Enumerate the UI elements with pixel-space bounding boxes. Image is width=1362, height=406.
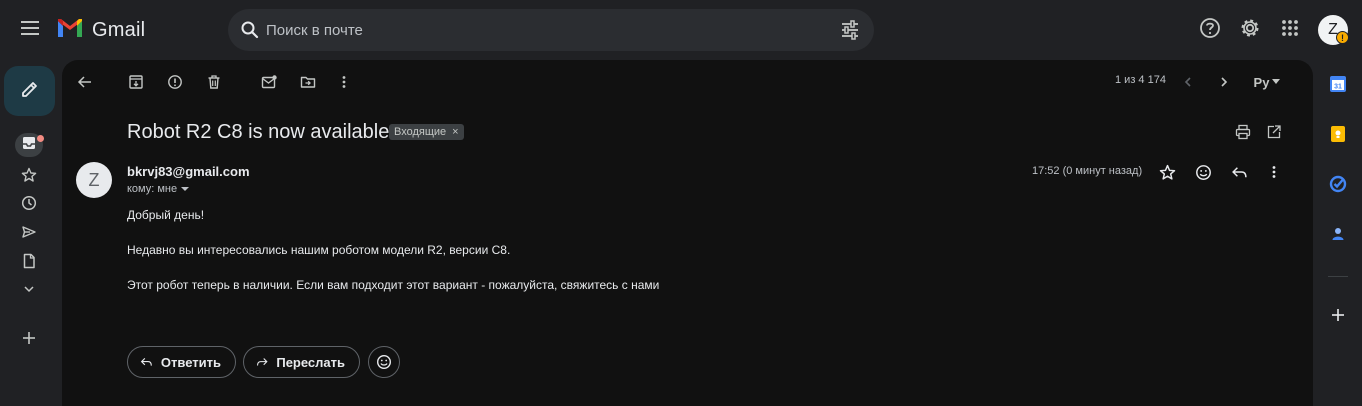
gmail-logo[interactable]: Gmail xyxy=(56,17,145,44)
email-body-line: Этот робот теперь в наличии. Если вам по… xyxy=(127,278,660,292)
inbox-label-chip: Входящие × xyxy=(389,124,464,140)
compose-button[interactable] xyxy=(4,66,55,116)
main-menu-button[interactable] xyxy=(14,14,46,46)
report-spam-icon[interactable] xyxy=(164,71,186,93)
more-chevron-down-icon[interactable] xyxy=(19,279,39,299)
help-icon[interactable] xyxy=(1199,17,1221,39)
mark-unread-icon[interactable] xyxy=(258,71,280,93)
recipient-text: кому: мне xyxy=(127,183,178,195)
star-icon[interactable] xyxy=(19,165,39,185)
move-to-folder-icon[interactable] xyxy=(297,71,319,93)
print-icon[interactable] xyxy=(1232,121,1254,143)
star-outline-icon[interactable] xyxy=(1156,161,1178,183)
apps-grid-icon[interactable] xyxy=(1279,17,1301,39)
inbox-icon xyxy=(22,136,36,155)
search-icon[interactable] xyxy=(240,20,260,45)
label-text: Входящие xyxy=(394,126,447,138)
gmail-m-icon xyxy=(56,17,84,44)
forward-arrow-icon xyxy=(257,358,268,366)
menu-icon xyxy=(21,20,39,40)
app-name: Gmail xyxy=(92,19,146,41)
email-body-line: Добрый день! xyxy=(127,208,205,222)
forward-button[interactable]: Переслать xyxy=(243,346,360,378)
pagination-counter: 1 из 4 174 xyxy=(1115,74,1166,86)
message-view: 1 из 4 174 Ру Robot R2 C8 is now availab… xyxy=(62,60,1313,406)
prev-chevron-left-icon[interactable] xyxy=(1177,71,1199,93)
next-chevron-right-icon[interactable] xyxy=(1213,71,1235,93)
reply-button[interactable]: Ответить xyxy=(127,346,236,378)
recipient-details-toggle[interactable]: кому: мне xyxy=(127,183,190,195)
forward-label: Переслать xyxy=(276,354,345,370)
settings-gear-icon[interactable] xyxy=(1239,17,1261,39)
back-arrow-icon[interactable] xyxy=(74,71,96,93)
reply-label: Ответить xyxy=(160,354,221,370)
more-options-vertical-icon[interactable] xyxy=(333,71,355,93)
email-subject: Robot R2 C8 is now available xyxy=(127,121,390,143)
inbox-unread-dot xyxy=(37,135,44,142)
calendar-icon[interactable]: 31 xyxy=(1328,74,1348,94)
caret-down-icon xyxy=(181,187,190,191)
reply-arrow-icon xyxy=(140,357,152,366)
send-icon[interactable] xyxy=(19,222,39,242)
svg-text:31: 31 xyxy=(1334,84,1342,91)
remove-label-button[interactable]: × xyxy=(452,126,458,138)
clock-icon[interactable] xyxy=(19,193,39,213)
side-panel-divider xyxy=(1328,276,1348,277)
input-language-selector[interactable]: Ру xyxy=(1249,71,1285,93)
contacts-icon[interactable] xyxy=(1328,224,1348,244)
add-label-plus-icon[interactable] xyxy=(19,328,39,348)
reply-arrow-icon[interactable] xyxy=(1228,161,1250,183)
get-addons-plus-icon[interactable] xyxy=(1328,305,1348,325)
smiley-icon xyxy=(376,354,392,370)
sender-avatar[interactable]: Z xyxy=(76,162,112,198)
emoji-react-icon[interactable] xyxy=(1192,161,1214,183)
account-alert-badge: ! xyxy=(1336,31,1349,44)
language-label: Ру xyxy=(1253,74,1270,90)
archive-icon[interactable] xyxy=(125,71,147,93)
search-bar xyxy=(228,9,874,51)
tasks-icon[interactable] xyxy=(1328,174,1348,194)
message-more-vertical-icon[interactable] xyxy=(1263,161,1285,183)
received-time: 17:52 (0 минут назад) xyxy=(1032,165,1143,177)
emoji-reaction-button[interactable] xyxy=(368,346,400,378)
delete-trash-icon[interactable] xyxy=(203,71,225,93)
search-input[interactable] xyxy=(266,9,826,51)
top-bar: Gmail Z xyxy=(0,0,1362,60)
open-new-window-icon[interactable] xyxy=(1263,121,1285,143)
sender-email[interactable]: bkrvj83@gmail.com xyxy=(127,164,250,179)
keep-notes-icon[interactable] xyxy=(1328,124,1348,144)
caret-down-icon xyxy=(1272,79,1281,84)
search-options-icon[interactable] xyxy=(840,20,860,45)
draft-file-icon[interactable] xyxy=(19,251,39,271)
pencil-icon xyxy=(20,79,40,104)
email-body-line: Недавно вы интересовались нашим роботом … xyxy=(127,243,511,257)
